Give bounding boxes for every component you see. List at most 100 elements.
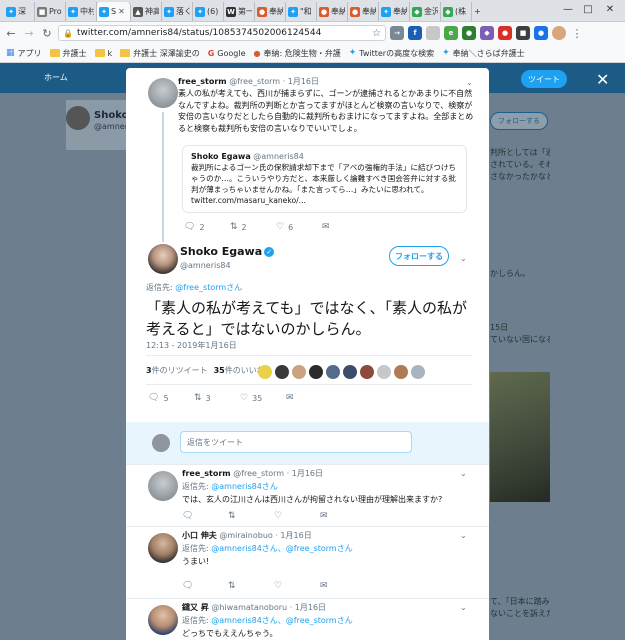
extension-page-icon[interactable] — [426, 26, 440, 40]
bookmark-item[interactable]: 弁護士 — [49, 48, 87, 59]
extension-green-icon[interactable]: ● — [462, 26, 476, 40]
liker-avatar[interactable] — [377, 365, 391, 379]
reply-time[interactable]: 1月16日 — [295, 603, 326, 612]
browser-tab[interactable]: ■ Pro — [35, 2, 66, 21]
browser-tab[interactable]: ✦ S ✕ — [97, 2, 131, 21]
extension-evernote-icon[interactable]: e — [444, 26, 458, 40]
liker-avatar[interactable] — [309, 365, 323, 379]
menu-icon[interactable]: ⋮ — [570, 26, 584, 40]
reply-to-user[interactable]: @amneris84さん、@free_stormさん — [211, 616, 352, 625]
reply-tweet[interactable]: free_storm @free_storm · 1月16日 返信先: @amne… — [126, 464, 489, 526]
like-button[interactable]: ♡ 6 — [276, 222, 322, 232]
liker-avatar[interactable] — [292, 365, 306, 379]
liker-avatar[interactable] — [394, 365, 408, 379]
browser-tab[interactable]: ✦落く — [162, 2, 193, 21]
url-field[interactable]: 🔒 twitter.com/amneris84/status/108537450… — [58, 25, 386, 41]
browser-tab[interactable]: ✦ 深 — [4, 2, 35, 21]
extension-red-icon[interactable]: ● — [498, 26, 512, 40]
reply-author-handle[interactable]: @mirainobuo — [219, 531, 272, 540]
liker-avatar[interactable] — [275, 365, 289, 379]
liker-avatar[interactable] — [343, 365, 357, 379]
browser-tab[interactable]: ✦奉納 — [379, 2, 410, 21]
retweet-button[interactable]: ⇅ 3 — [194, 393, 240, 403]
like-button[interactable]: ♡ 35 — [240, 393, 286, 403]
reply-tweet[interactable]: 小口 伸夫 @mirainobuo · 1月16日 返信先: @amneris84… — [126, 526, 489, 598]
avatar[interactable] — [148, 533, 178, 563]
bookmark-item[interactable]: ✦ Twitterの高度な検索 — [349, 48, 434, 59]
reload-icon[interactable]: ↻ — [40, 26, 54, 40]
reply-to-user[interactable]: @amneris84さん — [211, 482, 278, 491]
browser-tab[interactable]: ●奉納 — [317, 2, 348, 21]
quoted-tweet[interactable]: Shoko Egawa @amneris84 裁判所によるゴーン氏の保釈請求却下… — [182, 145, 467, 213]
reply-author-handle[interactable]: @hiwamatanoboru — [211, 603, 287, 612]
retweet-button[interactable]: ⇅ — [228, 581, 274, 591]
reply-author-handle[interactable]: @free_storm — [233, 469, 284, 478]
liker-avatar[interactable] — [411, 365, 425, 379]
nav-home[interactable]: ホーム — [44, 72, 68, 83]
avatar[interactable] — [148, 471, 178, 501]
chevron-down-icon[interactable]: ⌄ — [460, 254, 467, 263]
reply-author-name[interactable]: 小口 伸夫 — [182, 531, 217, 540]
reply-button[interactable]: 🗨 — [182, 511, 228, 521]
browser-tab[interactable]: ✦中村 — [66, 2, 97, 21]
chevron-down-icon[interactable]: ⌄ — [460, 603, 467, 612]
tweet-button[interactable]: ツイート — [521, 70, 567, 88]
liker-avatar[interactable] — [326, 365, 340, 379]
browser-tab[interactable]: ●奉納 — [255, 2, 286, 21]
reply-input[interactable]: 返信をツイート — [180, 431, 412, 453]
maximize-icon[interactable]: □ — [580, 2, 596, 16]
retweet-button[interactable]: ⇅ 2 — [230, 222, 276, 232]
liker-avatar[interactable] — [258, 365, 272, 379]
background-follow-button[interactable]: フォローする — [490, 112, 548, 130]
like-button[interactable]: ♡ — [274, 511, 320, 521]
bookmark-item[interactable]: ▦ アプリ — [6, 48, 42, 59]
tweet-time[interactable]: 1月16日 — [288, 77, 319, 86]
bookmark-star-icon[interactable]: ☆ — [372, 28, 381, 39]
minimize-icon[interactable]: — — [560, 2, 576, 16]
reply-author-name[interactable]: free_storm — [182, 469, 231, 478]
browser-tab[interactable]: W第一 — [224, 2, 255, 21]
main-author-handle[interactable]: @amneris84 — [180, 261, 231, 270]
bookmark-item[interactable]: ● 奉納: 危険生物・弁護 — [254, 48, 341, 59]
reply-button[interactable]: 🗨 5 — [148, 393, 194, 403]
back-icon[interactable]: ← — [4, 26, 18, 40]
forward-icon[interactable]: → — [22, 26, 36, 40]
browser-tab[interactable]: ◆金沢 — [410, 2, 441, 21]
close-window-icon[interactable]: ✕ — [602, 2, 618, 16]
browser-tab[interactable]: ✦ "和 — [286, 2, 317, 21]
bookmark-item[interactable]: k — [94, 49, 112, 58]
reply-author-name[interactable]: 鑓又 昇 — [182, 603, 209, 612]
chevron-down-icon[interactable]: ⌄ — [466, 78, 473, 87]
avatar[interactable] — [148, 78, 178, 108]
retweet-stat[interactable]: 3件のリツイート — [146, 365, 208, 376]
browser-tab[interactable]: ▲神高 — [131, 2, 162, 21]
reply-button[interactable]: 🗨 2 — [184, 222, 230, 232]
browser-tab[interactable]: ◆ (株 — [441, 2, 472, 21]
close-tab-icon[interactable]: ✕ — [118, 7, 125, 16]
profile-avatar-icon[interactable] — [552, 26, 566, 40]
reply-button[interactable]: 🗨 — [182, 581, 228, 591]
tweet-timestamp[interactable]: 12:13 - 2019年1月16日 — [146, 340, 237, 351]
new-tab-button[interactable]: + — [472, 2, 486, 21]
dm-button[interactable]: ✉ — [320, 511, 366, 521]
reply-time[interactable]: 1月16日 — [292, 469, 323, 478]
browser-tab[interactable]: ●奉納 — [348, 2, 379, 21]
bookmark-item[interactable]: 弁護士 深澤諭史の — [120, 48, 200, 59]
dm-button[interactable]: ✉ — [286, 393, 332, 403]
extension-blue-icon[interactable]: ● — [534, 26, 548, 40]
extension-dark-icon[interactable]: ■ — [516, 26, 530, 40]
extension-purple-icon[interactable]: ◆ — [480, 26, 494, 40]
browser-tab[interactable]: ✦ (6) — [193, 2, 224, 21]
tweet-author-handle[interactable]: @free_storm — [229, 77, 280, 86]
dm-button[interactable]: ✉ — [322, 222, 368, 232]
bookmark-item[interactable]: G Google — [208, 49, 246, 58]
dm-button[interactable]: ✉ — [320, 581, 366, 591]
chevron-down-icon[interactable]: ⌄ — [460, 469, 467, 478]
chevron-down-icon[interactable]: ⌄ — [460, 531, 467, 540]
liker-avatar[interactable] — [360, 365, 374, 379]
quote-link[interactable]: twitter.com/masaru_kaneko/... — [191, 195, 458, 206]
extension-f-icon[interactable]: f — [408, 26, 422, 40]
reply-tweet[interactable]: 鑓又 昇 @hiwamatanoboru · 1月16日 返信先: @amneri… — [126, 598, 489, 640]
like-button[interactable]: ♡ — [274, 581, 320, 591]
reply-time[interactable]: 1月16日 — [280, 531, 311, 540]
